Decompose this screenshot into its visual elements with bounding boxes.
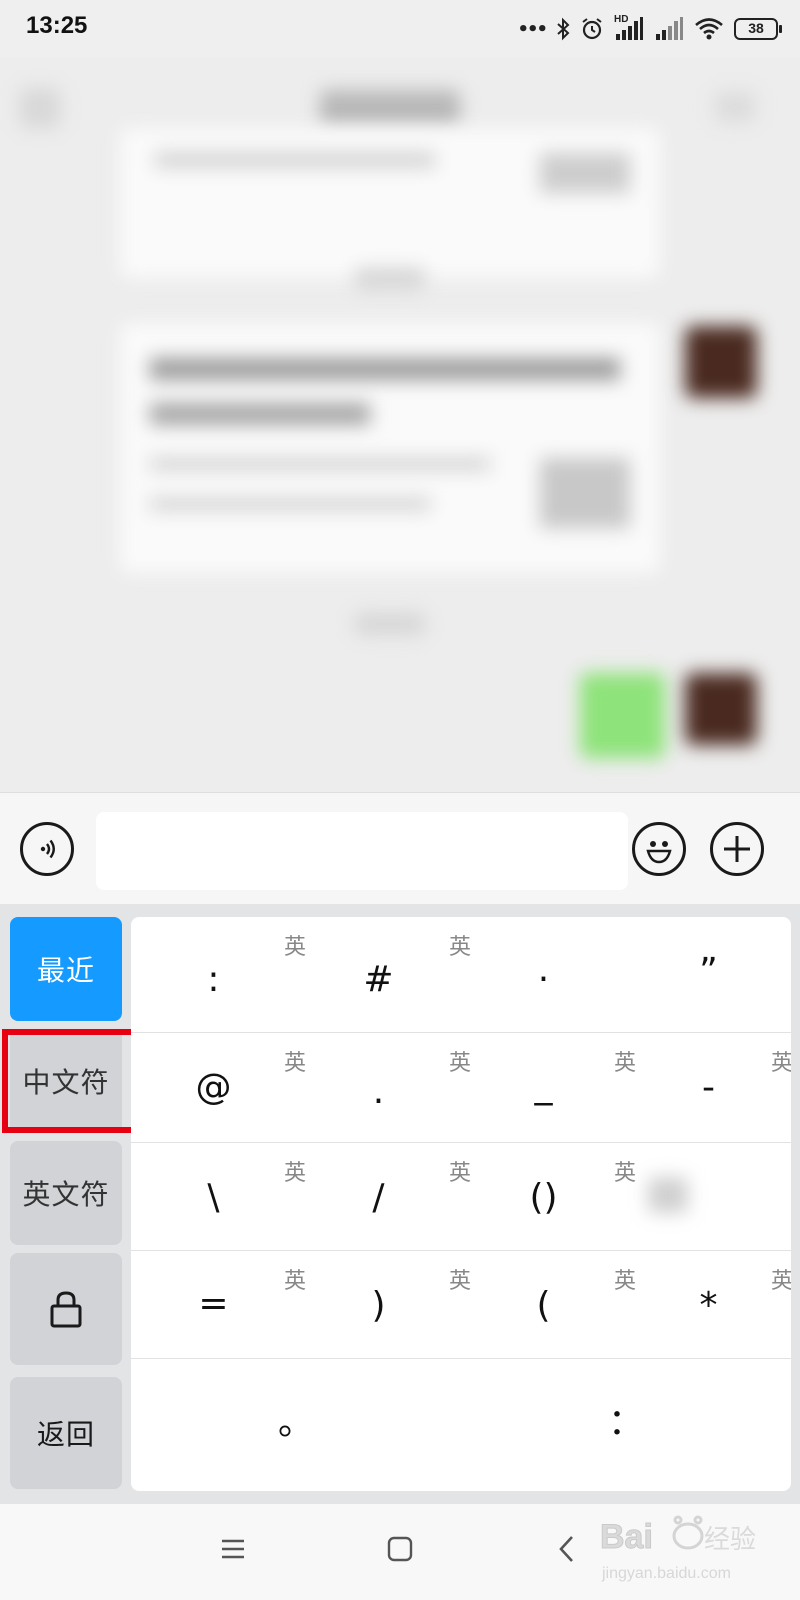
symbol-label: ” [699, 951, 718, 992]
bluetooth-icon [557, 17, 570, 41]
avatar2-blur [685, 673, 757, 745]
menu-icon[interactable] [220, 1536, 246, 1562]
svg-text:经验: 经验 [704, 1525, 756, 1555]
tab-english-symbols[interactable]: 英文符 [10, 1141, 122, 1245]
symbol-key-hash[interactable]: 英 # [296, 917, 471, 1032]
symbol-key-faded[interactable] [626, 1143, 791, 1250]
symbol-key-underscore[interactable]: 英 _ [461, 1033, 637, 1142]
symbol-label: : [207, 959, 220, 1000]
chat-history-blurred [0, 58, 800, 792]
symbol-label: () [529, 1177, 558, 1218]
symbol-label: @ [195, 1067, 232, 1108]
tab-highlight-box [2, 1029, 138, 1133]
symbol-label: · [537, 959, 550, 1000]
symbol-key-quote[interactable]: ” [626, 917, 791, 1032]
symbol-key-at[interactable]: 英 @ [131, 1033, 307, 1142]
status-time: 13:25 [26, 12, 88, 39]
wifi-icon [695, 18, 723, 40]
tab-recent[interactable]: 最近 [10, 917, 122, 1021]
symbol-row: 。 ： [131, 1359, 791, 1491]
message-line-blur [155, 153, 435, 167]
symbol-label: - [702, 1067, 715, 1108]
more-dots-icon: ••• [517, 18, 547, 40]
symbol-row: 英 \ 英 / 英 () [131, 1143, 791, 1251]
symbol-label: ) [371, 1285, 386, 1326]
symbol-label: \ [207, 1177, 220, 1218]
symbol-label: ( [536, 1285, 551, 1326]
chat-input-bar [0, 792, 800, 905]
message-thumb-blur [540, 153, 630, 193]
home-icon[interactable] [386, 1535, 414, 1563]
battery-icon: 38 [734, 18, 782, 40]
english-tag: 英 [283, 935, 306, 960]
symbol-key-full-stop[interactable]: 。 [131, 1359, 461, 1491]
status-bar: 13:25 ••• HD 38 [0, 0, 800, 58]
lock-button[interactable] [10, 1253, 122, 1365]
chat-title-blur [320, 90, 460, 126]
symbol-key-colon[interactable]: 英 : [131, 917, 306, 1032]
symbol-key-close-paren[interactable]: 英 ) [296, 1251, 471, 1358]
link-title-blur [150, 358, 620, 380]
tab-english-symbols-label: 英文符 [22, 1178, 110, 1211]
symbol-label: / [372, 1177, 385, 1218]
svg-text:Bai: Bai [600, 1518, 653, 1556]
message-input[interactable] [96, 812, 628, 890]
symbol-key-open-paren[interactable]: 英 ( [461, 1251, 636, 1358]
chat-menu-blur [715, 92, 755, 122]
symbol-label: . [372, 1071, 385, 1112]
link-desc-blur [150, 458, 490, 470]
symbol-label: # [363, 959, 394, 1000]
symbol-label: = [198, 1283, 229, 1324]
tab-recent-label: 最近 [36, 954, 95, 987]
symbol-label: _ [534, 1065, 553, 1106]
symbol-row: 英 = 英 ) 英 ( 英 * [131, 1251, 791, 1359]
link-title2-blur [150, 403, 370, 425]
symbol-grid: 英 : 英 # · ” 英 @ 英 . 英 _ 英 - 英 \ 英 / 英 ()… [131, 917, 791, 1491]
link-thumb-blur [540, 458, 630, 528]
signal-hd-icon: HD [614, 14, 644, 42]
back-icon[interactable] [556, 1534, 578, 1564]
message-card-blur [120, 128, 660, 278]
time-chip-blur [355, 268, 425, 290]
symbol-key-middot[interactable]: · [461, 917, 626, 1032]
symbol-label: ： [607, 1402, 644, 1443]
back-button[interactable]: 返回 [10, 1377, 122, 1489]
symbol-row: 英 : 英 # · ” [131, 917, 791, 1033]
symbol-key-equals[interactable]: 英 = [131, 1251, 306, 1358]
status-icons: ••• HD 38 [517, 14, 782, 44]
symbol-key-fullwidth-colon[interactable]: ： [461, 1359, 791, 1491]
green-bubble-blur [580, 673, 665, 758]
link-desc2-blur [150, 498, 430, 510]
symbol-key-parens[interactable]: 英 () [461, 1143, 636, 1250]
symbol-row: 英 @ 英 . 英 _ 英 - [131, 1033, 791, 1143]
faded-key-blur [648, 1177, 688, 1213]
back-button-label: 返回 [36, 1418, 95, 1451]
signal-icon [656, 17, 683, 40]
baidu-jingyan-watermark: Bai 经验 jingyan.baidu.com [600, 1515, 756, 1582]
symbol-label: 。 [277, 1402, 314, 1443]
lock-icon [50, 1291, 82, 1328]
avatar-blur [685, 326, 757, 398]
time-chip2-blur [355, 613, 425, 635]
chat-header-blur [20, 88, 60, 128]
symbol-key-slash[interactable]: 英 / [296, 1143, 471, 1250]
symbol-key-backslash[interactable]: 英 \ [131, 1143, 306, 1250]
english-tag: 英 [448, 935, 471, 960]
symbol-label: * [699, 1285, 718, 1326]
voice-icon[interactable] [20, 822, 74, 876]
alarm-icon [582, 18, 602, 40]
svg-text:jingyan.baidu.com: jingyan.baidu.com [601, 1565, 731, 1582]
symbol-key-hyphen[interactable]: 英 - [626, 1033, 791, 1142]
symbol-key-asterisk[interactable]: 英 * [626, 1251, 792, 1358]
emoji-icon[interactable] [632, 822, 686, 876]
plus-icon[interactable] [710, 822, 764, 876]
symbol-key-period[interactable]: 英 . [296, 1033, 471, 1142]
